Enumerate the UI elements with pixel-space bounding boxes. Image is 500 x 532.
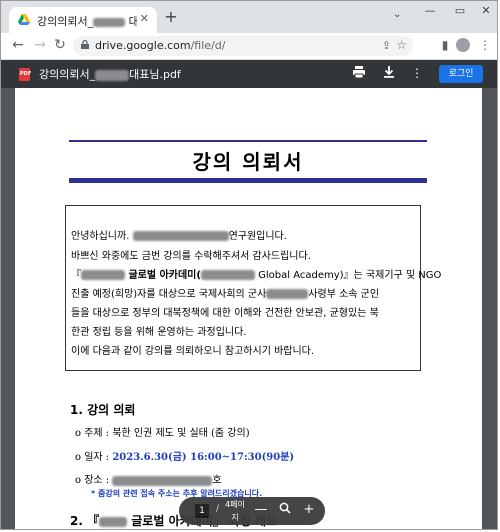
pdf-file-icon: PDF [19,68,31,81]
print-icon[interactable] [351,65,367,81]
pdf-file-name: 강의의뢰서_ 대표님.pdf [39,68,181,81]
browser-tab[interactable]: 강의의뢰서_ 대표님.pdf ✕ [9,7,157,33]
section-1-heading: 1. 강의 의뢰 [70,403,136,417]
total-pages: 4페이 지 [225,500,245,522]
lock-icon [81,40,89,49]
greeting-line-4: 진출 예정(희망)자를 대상으로 국제사회의 군사 사령부 소속 군인 [71,289,380,300]
heading-top-rule [69,140,427,142]
zoom-in-icon[interactable]: + [301,502,317,518]
more-options-icon[interactable]: ⋮ [409,65,425,81]
pdf-document-area[interactable]: 강의 의뢰서 안녕하십니까. 연구원입니다. 바쁘신 와중에도 금번 강의를 수… [1,88,497,529]
tab-title: 강의의뢰서_ 대표님.pdf [37,13,137,29]
greeting-line-1: 안녕하십니까. 연구원입니다. [71,231,287,242]
forward-arrow-icon[interactable]: → [31,36,49,54]
url-text: drive.google.com/file/d/ [95,39,226,52]
page-separator: / [216,504,220,514]
tab-strip: 강의의뢰서_ 대표님.pdf ✕ + ⌄ — ▭ ✕ [1,1,497,33]
back-arrow-icon[interactable]: ← [9,36,27,54]
greeting-line-7: 이에 다음과 같이 강의를 의뢰하오니 참고하시기 바랍니다. [71,346,315,357]
heading-bottom-rule [69,178,427,183]
zoom-out-icon[interactable]: — [253,502,269,518]
greeting-line-3: 『 글로벌 아카데미( Global Academy)』는 국제기구 및 NGO [71,270,442,281]
tab-search-chevron-icon[interactable]: ⌄ [393,9,401,20]
greeting-line-6: 한관 정립 등을 위해 운영하는 과정입니다. [71,327,247,338]
profile-avatar-icon[interactable] [456,38,470,52]
zoom-search-icon[interactable] [277,502,293,518]
tab-close-button[interactable]: ✕ [140,12,149,25]
greeting-line-2: 바쁘신 와중에도 금번 강의를 수락해주셔서 감사드립니다. [71,251,311,262]
item-topic: o 주제 : 북한 인권 제도 및 실태 (줌 강의) [75,428,250,439]
page-number-input[interactable]: 1 [195,504,209,518]
pdf-viewer-header: PDF 강의의뢰서_ 대표님.pdf ⋮ 로그인 [1,60,497,88]
new-tab-button[interactable]: + [163,9,179,26]
browser-menu-icon[interactable]: ⋮ [477,37,493,53]
item-date: o 일자 : 2023.6.30(금) 16:00~17:30(90분) [75,452,295,463]
minimize-button[interactable]: — [415,1,445,23]
greeting-line-5: 들을 대상으로 정부의 대북정책에 대한 이해와 건전한 안보관, 균형있는 북 [71,308,379,319]
browser-window: 강의의뢰서_ 대표님.pdf ✕ + ⌄ — ▭ ✕ ← → ↻ drive.g… [0,0,498,530]
page-controls: 1 / 4페이 지 — + [179,497,325,525]
reload-icon[interactable]: ↻ [51,36,69,54]
bookmark-star-icon[interactable]: ☆ [396,38,407,52]
browser-toolbar: ← → ↻ drive.google.com/file/d/ ⇪ ☆ ▮ ⋮ [1,33,497,60]
pdf-page: 강의 의뢰서 안녕하십니까. 연구원입니다. 바쁘신 와중에도 금번 강의를 수… [15,88,482,529]
address-bar[interactable]: drive.google.com/file/d/ ⇪ ☆ [73,36,413,56]
download-icon[interactable] [381,65,397,81]
close-window-button[interactable]: ✕ [471,1,497,23]
item-place: o 장소 : 호 [75,475,222,486]
login-button[interactable]: 로그인 [439,65,483,83]
share-icon[interactable]: ⇪ [382,39,391,52]
google-drive-icon [18,14,30,25]
document-heading: 강의 의뢰서 [192,150,304,174]
side-panel-icon[interactable]: ▮ [437,37,453,53]
